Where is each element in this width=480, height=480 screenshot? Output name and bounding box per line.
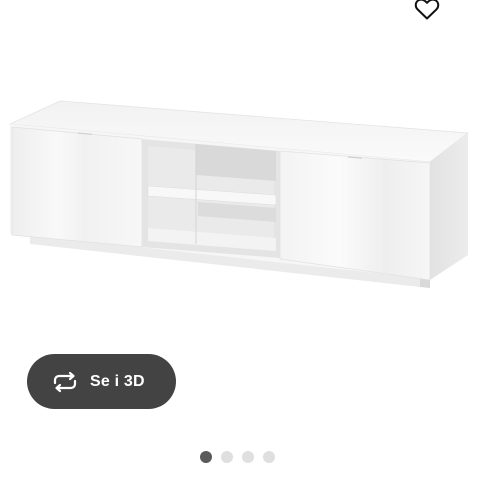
right-door (279, 150, 431, 281)
left-door (11, 126, 143, 248)
carousel-dot-1[interactable] (200, 451, 212, 463)
favorite-button[interactable] (410, 0, 444, 24)
carousel-dot-3[interactable] (242, 451, 254, 463)
carousel-dot-2[interactable] (221, 451, 233, 463)
product-gallery: Se i 3D (0, 0, 480, 480)
view-in-3d-button[interactable]: Se i 3D (27, 354, 176, 409)
carousel-indicators (200, 451, 275, 463)
carousel-dot-4[interactable] (263, 451, 275, 463)
view-in-3d-label: Se i 3D (90, 372, 145, 390)
product-image-tv-bench[interactable] (0, 90, 480, 300)
heart-outline-icon (414, 0, 440, 20)
rotate-arrows-icon (51, 371, 79, 393)
